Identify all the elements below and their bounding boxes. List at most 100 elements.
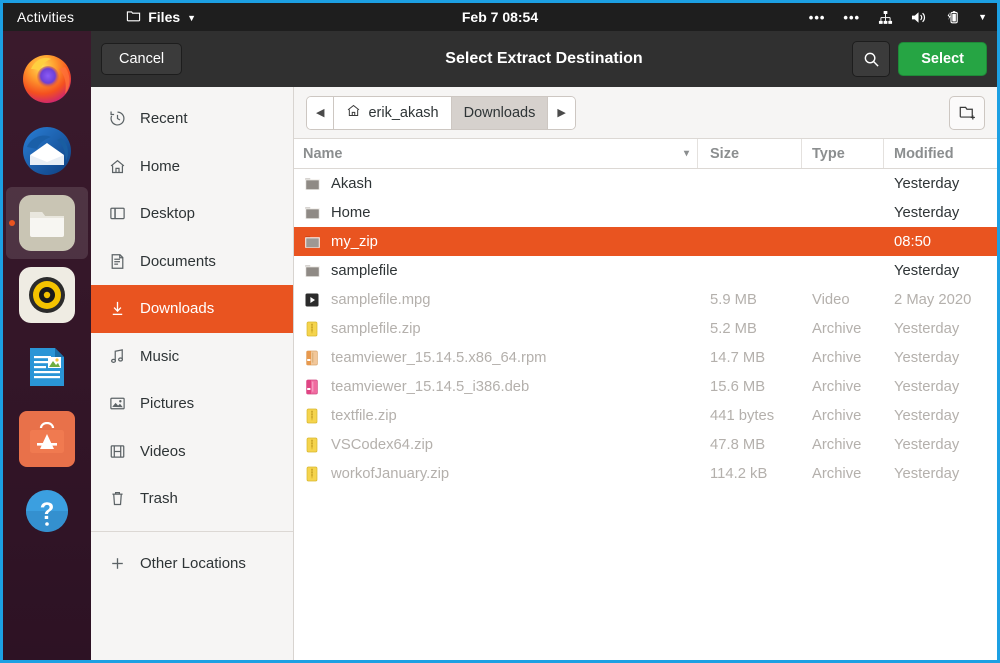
sidebar-item-label: Other Locations — [140, 554, 246, 572]
new-folder-button[interactable] — [949, 95, 985, 130]
file-size-cell: 14.7 MB — [710, 349, 766, 366]
folder-icon — [303, 262, 321, 280]
system-menu-chevron-icon[interactable]: ▼ — [978, 12, 987, 22]
running-indicator-dot — [9, 220, 15, 226]
table-row[interactable]: textfile.zip 441 bytes Archive Yesterday — [294, 401, 997, 430]
dock-item-ubuntu-software[interactable] — [3, 403, 91, 475]
sidebar-item-other-locations[interactable]: Other Locations — [91, 540, 293, 588]
file-name-label: samplefile.zip — [331, 320, 421, 337]
file-name-cell: VSCodex64.zip — [294, 436, 698, 454]
film-icon — [108, 442, 127, 461]
column-header-name[interactable]: Name ▾ — [294, 139, 698, 168]
sidebar-item-home[interactable]: Home — [91, 143, 293, 191]
sidebar-item-downloads[interactable]: Downloads — [91, 285, 293, 333]
table-row[interactable]: VSCodex64.zip 47.8 MB Archive Yesterday — [294, 430, 997, 459]
zip-file-icon — [303, 320, 321, 338]
table-row[interactable]: samplefile.mpg 5.9 MB Video 2 May 2020 — [294, 285, 997, 314]
table-row[interactable]: samplefile Yesterday — [294, 256, 997, 285]
sidebar-item-recent[interactable]: Recent — [91, 95, 293, 143]
file-name-cell: workofJanuary.zip — [294, 465, 698, 483]
svg-text:?: ? — [40, 498, 55, 525]
cancel-button[interactable]: Cancel — [101, 43, 183, 75]
table-row[interactable]: Home Yesterday — [294, 198, 997, 227]
folder-icon — [126, 8, 141, 26]
column-headers: Name ▾ Size Type Modified — [294, 139, 997, 169]
dock-item-rhythmbox[interactable] — [3, 259, 91, 331]
path-back-button[interactable]: ◀ — [307, 96, 335, 129]
column-header-size[interactable]: Size — [698, 139, 802, 168]
path-bar: ◀ erik_akash Downloads ▶ — [294, 87, 997, 139]
file-name-label: my_zip — [331, 233, 378, 250]
video-file-icon — [303, 291, 321, 309]
file-size-cell: 5.2 MB — [710, 320, 757, 337]
dock-item-help[interactable]: ? — [3, 475, 91, 547]
search-button[interactable] — [852, 41, 891, 77]
column-header-type[interactable]: Type — [802, 139, 884, 168]
column-header-modified[interactable]: Modified — [884, 139, 997, 168]
sidebar-item-videos[interactable]: Videos — [91, 428, 293, 476]
sidebar-item-trash[interactable]: Trash — [91, 475, 293, 523]
sidebar-item-label: Desktop — [140, 205, 196, 223]
sidebar-item-desktop[interactable]: Desktop — [91, 190, 293, 238]
volume-icon[interactable] — [911, 10, 927, 25]
dialog-body: Recent Home Desktop Documents Downloads … — [91, 87, 997, 660]
sort-descending-icon: ▾ — [683, 148, 689, 159]
dock: ? — [3, 31, 91, 660]
activities-button[interactable]: Activities — [17, 9, 74, 25]
deb-file-icon — [303, 378, 321, 396]
dialog-header-bar: Cancel Select Extract Destination Select — [91, 31, 997, 87]
select-button[interactable]: Select — [898, 42, 987, 76]
app-menu[interactable]: Files ▼ — [126, 8, 196, 26]
sidebar-item-music[interactable]: Music — [91, 333, 293, 381]
app-menu-label: Files — [148, 9, 181, 25]
picture-icon — [108, 394, 127, 413]
sidebar-item-label: Recent — [140, 110, 188, 128]
files-icon — [30, 212, 64, 237]
file-type-cell: Archive — [812, 320, 862, 337]
sidebar-divider — [91, 530, 293, 532]
table-row[interactable]: teamviewer_15.14.5_i386.deb 15.6 MB Archiv… — [294, 372, 997, 401]
file-name-cell: teamviewer_15.14.5_i386.deb — [294, 378, 698, 396]
trash-icon — [108, 489, 127, 508]
table-row[interactable]: Akash Yesterday — [294, 169, 997, 198]
download-icon — [108, 299, 127, 318]
file-name-label: workofJanuary.zip — [331, 465, 450, 482]
help-icon: ? — [26, 490, 68, 532]
document-icon — [108, 252, 127, 271]
table-row[interactable]: teamviewer_15.14.5.x86_64.rpm 14.7 MB Arch… — [294, 343, 997, 372]
table-row[interactable]: workofJanuary.zip 114.2 kB Archive Yesterda… — [294, 459, 997, 488]
rhythmbox-icon — [29, 277, 65, 313]
file-modified-cell: 2 May 2020 — [894, 291, 972, 308]
sidebar-item-label: Trash — [140, 490, 178, 508]
dock-item-libreoffice[interactable] — [3, 331, 91, 403]
sidebar-item-label: Videos — [140, 442, 186, 460]
dock-item-firefox[interactable] — [3, 43, 91, 115]
path-forward-button[interactable]: ▶ — [548, 96, 575, 129]
breadcrumb-label: Downloads — [463, 104, 536, 121]
file-type-cell: Archive — [812, 349, 862, 366]
music-note-icon — [108, 347, 127, 366]
firefox-icon — [23, 55, 71, 103]
dock-item-files[interactable] — [6, 187, 88, 259]
screen: Activities Files ▼ Feb 7 08:54 ••• ••• ▼… — [0, 0, 1000, 663]
dock-item-thunderbird[interactable] — [3, 115, 91, 187]
battery-charging-icon[interactable] — [945, 10, 960, 25]
panel-dots-right[interactable]: ••• — [843, 10, 860, 25]
network-icon[interactable] — [878, 10, 893, 25]
panel-dots-left[interactable]: ••• — [809, 10, 826, 25]
table-row[interactable]: my_zip 08:50 — [294, 227, 997, 256]
file-modified-cell: Yesterday — [894, 175, 960, 192]
breadcrumb-label: erik_akash — [368, 104, 439, 121]
chevron-down-icon: ▼ — [187, 13, 197, 23]
sidebar-item-pictures[interactable]: Pictures — [91, 380, 293, 428]
sidebar-item-documents[interactable]: Documents — [91, 238, 293, 286]
table-row[interactable]: samplefile.zip 5.2 MB Archive Yesterday — [294, 314, 997, 343]
column-header-name-label: Name — [303, 145, 343, 162]
file-name-cell: samplefile.zip — [294, 320, 698, 338]
breadcrumb-item-current[interactable]: Downloads — [451, 96, 549, 129]
sidebar-item-label: Music — [140, 347, 180, 365]
breadcrumb-item-home[interactable]: erik_akash — [334, 96, 452, 129]
file-size-cell: 15.6 MB — [710, 378, 766, 395]
search-icon — [864, 52, 879, 67]
file-name-label: VSCodex64.zip — [331, 436, 433, 453]
